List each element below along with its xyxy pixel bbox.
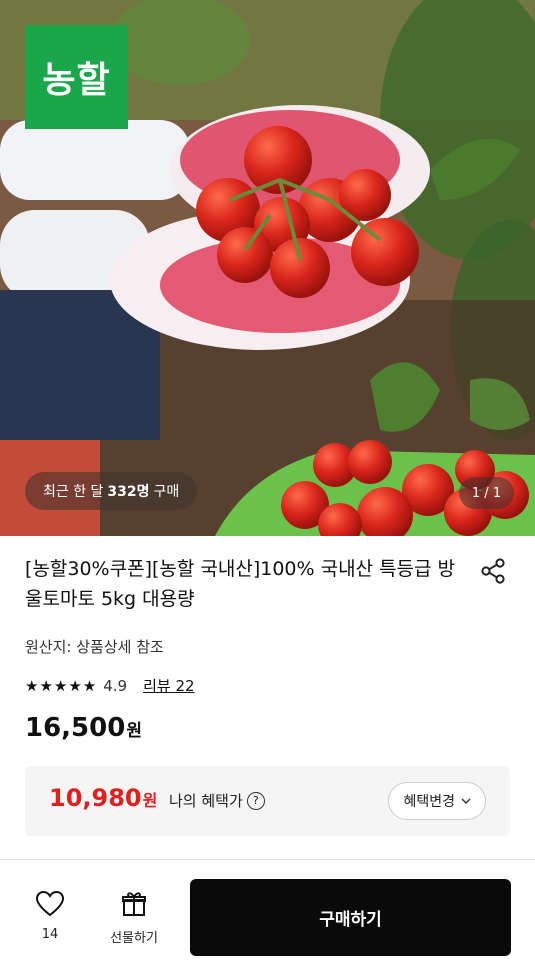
origin-info: 원산지: 상품상세 참조 [25, 638, 164, 656]
like-count: 14 [41, 927, 59, 942]
benefit-box: 10,980원 나의 혜택가 ? 혜택변경 [25, 766, 510, 836]
gift-icon [122, 892, 146, 916]
help-icon[interactable]: ? [246, 791, 265, 810]
original-price: 16,500원 [25, 713, 142, 743]
change-benefit-button[interactable]: 혜택변경 [388, 782, 486, 820]
heart-icon [35, 890, 65, 917]
share-icon[interactable] [478, 556, 508, 586]
benefit-price: 10,980원 [49, 784, 157, 812]
review-link[interactable]: 리뷰 22 [143, 675, 194, 696]
recent-prefix: 최근 한 달 [43, 484, 104, 500]
chevron-down-icon [461, 795, 471, 808]
benefit-price-unit: 원 [142, 791, 158, 810]
price-amount: 16,500 [25, 713, 126, 743]
benefit-label-text: 나의 혜택가 [169, 792, 243, 810]
benefit-price-amount: 10,980 [49, 784, 142, 812]
like-button[interactable]: 14 [30, 890, 70, 942]
image-page-indicator: 1 / 1 [459, 477, 514, 509]
recent-purchase-badge: 최근 한 달 332명 구매 [25, 472, 198, 510]
price-unit: 원 [126, 721, 142, 741]
brand-logo: 농할 [25, 25, 128, 129]
rating-score: 4.9 [103, 676, 128, 695]
star-rating-icon: ★★★★★ [25, 676, 98, 695]
gift-label: 선물하기 [110, 931, 158, 946]
benefit-label: 나의 혜택가 ? [169, 790, 265, 811]
change-benefit-label: 혜택변경 [403, 794, 455, 810]
buy-button[interactable]: 구매하기 [190, 879, 511, 956]
product-image[interactable]: 농할 최근 한 달 332명 구매 1 / 1 [0, 0, 535, 536]
gift-button[interactable]: 선물하기 [103, 890, 165, 946]
product-title: [농할30%쿠폰][농할 국내산]100% 국내산 특등급 방울토마토 5kg … [25, 558, 456, 610]
recent-suffix: 구매 [153, 484, 180, 500]
bottom-bar-divider [0, 859, 535, 860]
rating-row: ★★★★★ 4.9 리뷰 22 [25, 675, 195, 696]
recent-count: 332명 [107, 484, 150, 500]
